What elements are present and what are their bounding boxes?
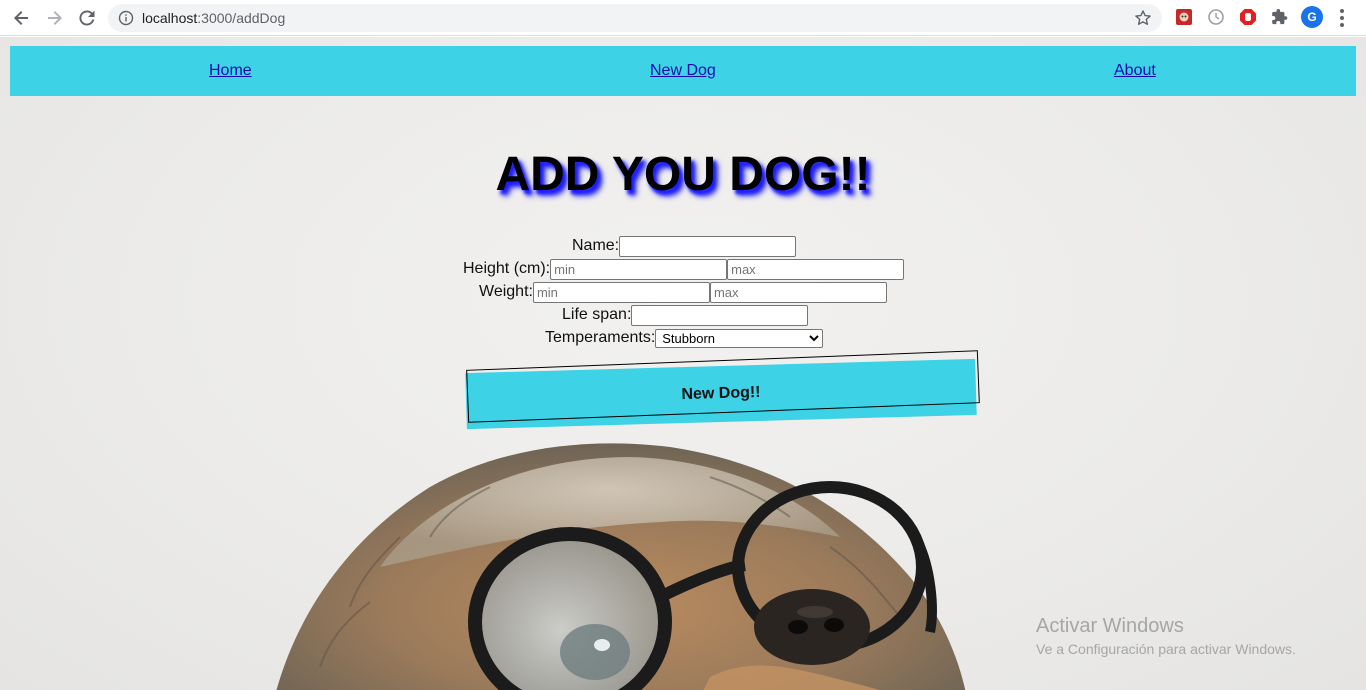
- height-row: Height (cm):: [463, 258, 905, 280]
- browser-toolbar: localhost:3000/addDog G: [0, 0, 1366, 36]
- height-min-input[interactable]: [550, 258, 728, 280]
- weight-max-input[interactable]: [709, 281, 887, 303]
- forward-button[interactable]: [42, 6, 66, 30]
- profile-avatar[interactable]: G: [1301, 6, 1323, 28]
- back-button[interactable]: [10, 6, 34, 30]
- lifespan-input[interactable]: [631, 304, 809, 326]
- extension-adblock-icon[interactable]: [1239, 8, 1257, 26]
- weight-min-input[interactable]: [532, 281, 710, 303]
- weight-label: Weight:: [479, 283, 533, 300]
- name-input[interactable]: [619, 235, 797, 257]
- forward-arrow-icon: [48, 11, 62, 25]
- temperaments-label: Temperaments:: [545, 329, 656, 346]
- url-host: localhost: [142, 10, 198, 26]
- browser-menu-icon[interactable]: [1339, 9, 1345, 27]
- extensions-puzzle-icon[interactable]: [1271, 8, 1289, 26]
- bookmark-star-icon[interactable]: [1134, 9, 1152, 27]
- name-row: Name:: [572, 235, 797, 257]
- info-icon: [118, 10, 134, 26]
- watermark-line-1: Activar Windows: [1036, 615, 1184, 637]
- extension-timer-icon[interactable]: [1207, 8, 1225, 26]
- watermark-line-2: Ve a Configuración para activar Windows.: [1036, 641, 1296, 657]
- temperaments-select[interactable]: Stubborn: [655, 328, 824, 348]
- temperaments-row: Temperaments: Stubborn: [545, 327, 824, 349]
- weight-row: Weight:: [479, 281, 887, 303]
- windows-activation-watermark: Activar Windows Ve a Configuración para …: [1036, 614, 1296, 660]
- extension-dog-icon[interactable]: [1175, 8, 1193, 26]
- submit-area: New Dog!!: [464, 350, 984, 430]
- dog-with-glasses-image: [276, 443, 966, 690]
- height-max-input[interactable]: [727, 258, 905, 280]
- address-bar[interactable]: localhost:3000/addDog: [108, 4, 1162, 32]
- nav-link-home[interactable]: Home: [209, 62, 252, 80]
- name-label: Name:: [572, 237, 620, 254]
- nav-link-new-dog[interactable]: New Dog: [650, 62, 716, 80]
- url-path: :3000/addDog: [197, 10, 286, 26]
- nav-link-about[interactable]: About: [1114, 62, 1156, 80]
- height-label: Height (cm):: [463, 260, 551, 277]
- url-text: localhost:3000/addDog: [142, 9, 285, 27]
- page-viewport: Home New Dog About ADD YOU DOG!! Name: H…: [0, 37, 1366, 690]
- reload-icon: [79, 10, 95, 26]
- top-navbar: Home New Dog About: [10, 46, 1356, 96]
- page-title: ADD YOU DOG!!: [495, 148, 871, 201]
- back-arrow-icon: [14, 11, 28, 25]
- lifespan-label: Life span:: [562, 306, 632, 323]
- reload-button[interactable]: [75, 6, 99, 30]
- lifespan-row: Life span:: [562, 304, 809, 326]
